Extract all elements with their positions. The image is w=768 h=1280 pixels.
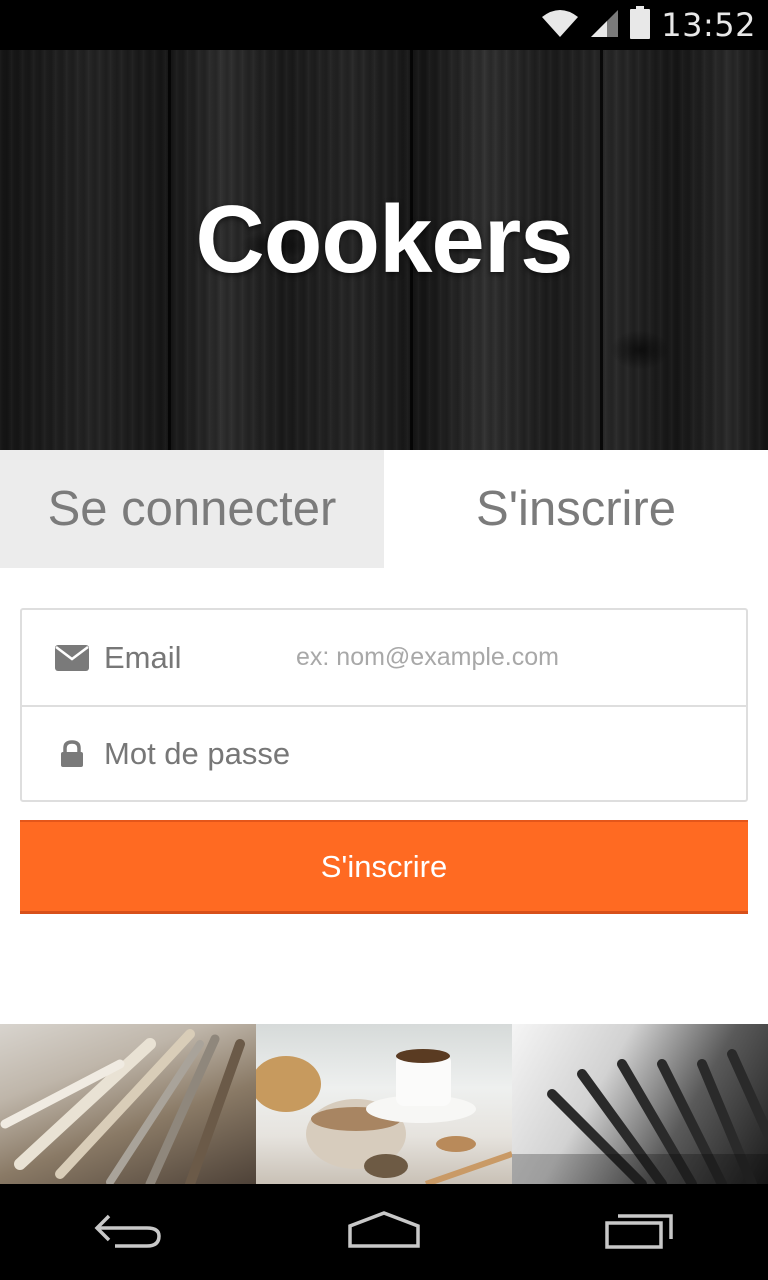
email-input[interactable] (296, 627, 726, 688)
email-field: Email (22, 610, 746, 705)
email-label: Email (104, 639, 182, 675)
back-button[interactable] (68, 1197, 188, 1267)
envelope-icon (54, 640, 90, 676)
status-icons: 13:52 (541, 0, 756, 50)
knives-photo (0, 1024, 256, 1184)
photo-strip (0, 1024, 768, 1184)
recent-apps-icon (604, 1210, 676, 1255)
signup-button[interactable]: S'inscrire (20, 820, 748, 914)
hero-banner: Cookers (0, 50, 768, 450)
app-title: Cookers (195, 186, 573, 293)
signal-icon (589, 8, 619, 43)
home-icon (346, 1210, 422, 1255)
coffee-photo (256, 1024, 512, 1184)
forks-photo (512, 1024, 768, 1184)
auth-tabs: Se connecter S'inscrire (0, 450, 768, 568)
home-button[interactable] (324, 1197, 444, 1267)
wood-knot (610, 330, 670, 370)
password-field: Mot de passe (22, 705, 746, 800)
password-label: Mot de passe (104, 735, 291, 771)
lock-icon (54, 736, 90, 772)
system-nav-bar (0, 1184, 768, 1280)
wifi-icon (541, 8, 579, 43)
status-clock: 13:52 (661, 6, 756, 44)
battery-icon (629, 5, 651, 45)
tab-login[interactable]: Se connecter (0, 450, 384, 568)
password-input[interactable] (296, 723, 726, 784)
back-icon (93, 1210, 163, 1255)
status-bar: 13:52 (0, 0, 768, 50)
signup-form: Email Mot de passe (20, 608, 748, 802)
tab-register[interactable]: S'inscrire (384, 450, 768, 568)
recent-apps-button[interactable] (580, 1197, 700, 1267)
